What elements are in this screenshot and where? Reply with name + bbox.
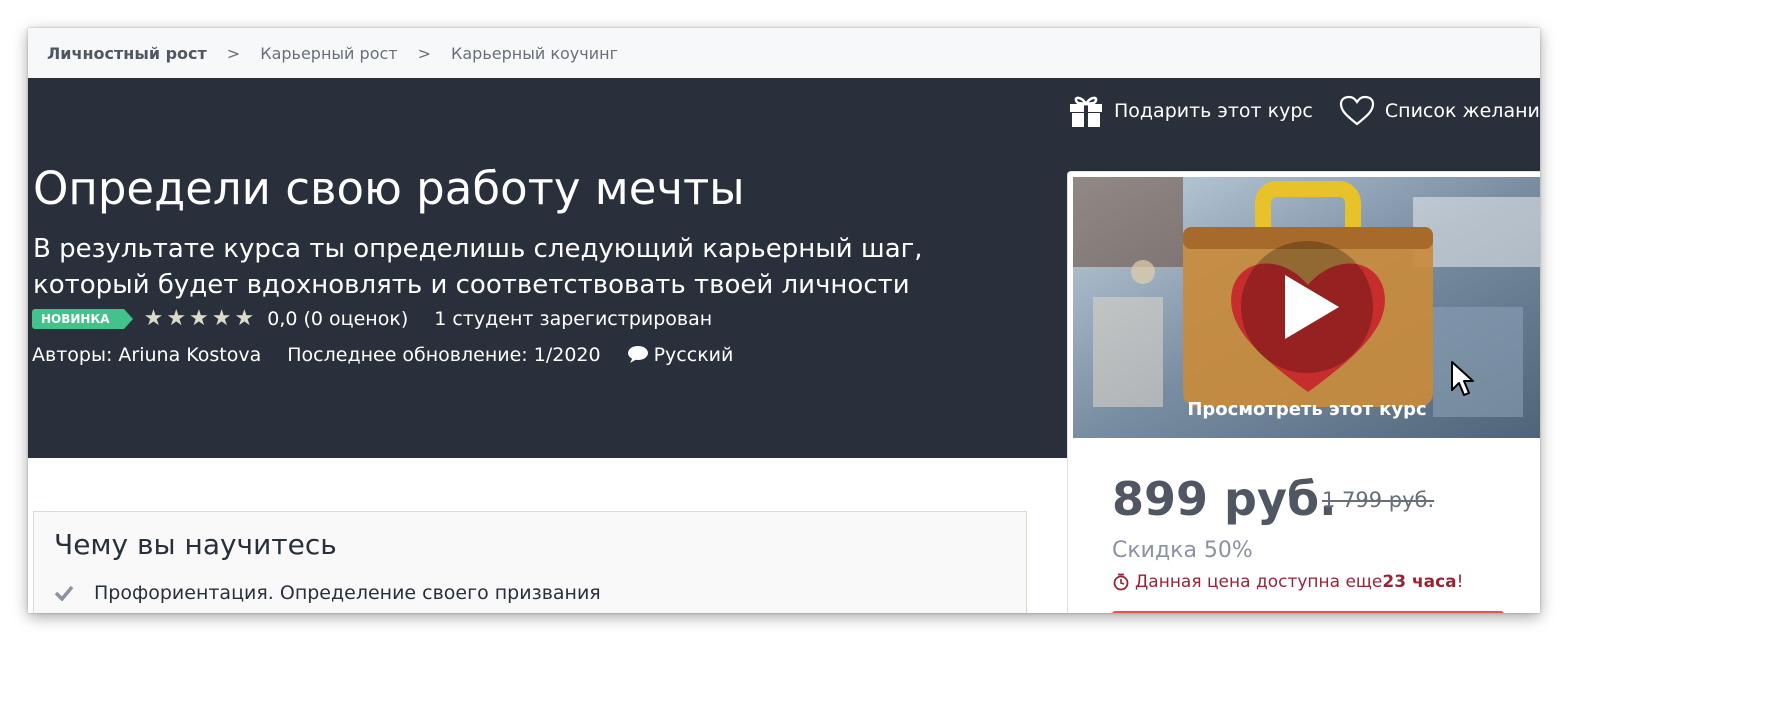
- timer-suffix: !: [1456, 572, 1464, 592]
- timer-prefix: Данная цена доступна еще: [1135, 572, 1383, 592]
- add-to-cart-button[interactable]: [1112, 611, 1504, 613]
- star-icon: ★: [189, 306, 209, 331]
- gift-course-label: Подарить этот курс: [1114, 100, 1313, 122]
- preview-label: Просмотреть этот курс: [1187, 399, 1427, 420]
- breadcrumb-item-personal-growth[interactable]: Личностный рост: [47, 44, 207, 63]
- heart-icon: [1339, 95, 1374, 126]
- old-price: 1 799 руб.: [1322, 488, 1435, 512]
- students-count: 1 студент зарегистрирован: [434, 308, 713, 330]
- alarm-clock-icon: [1113, 573, 1129, 591]
- price-timer: Данная цена доступна еще 23 часа!: [1112, 572, 1464, 592]
- rating-stars: ★ ★ ★ ★ ★: [143, 306, 258, 331]
- wishlist-button[interactable]: Список желаний: [1339, 95, 1540, 127]
- course-stats: НОВИНКА ★ ★ ★ ★ ★ 0,0 (0 оценок) 1 студе…: [32, 308, 712, 330]
- gift-course-button[interactable]: Подарить этот курс: [1068, 94, 1313, 128]
- course-preview-video[interactable]: Просмотреть этот курс: [1073, 177, 1540, 438]
- course-subtitle: В результате курса ты определишь следующ…: [33, 234, 923, 300]
- current-price: 899 руб.: [1112, 472, 1337, 526]
- breadcrumb-separator: >: [226, 43, 241, 63]
- learn-item-text: Профориентация. Определение своего призв…: [94, 582, 601, 604]
- rating-text[interactable]: 0,0 (0 оценок): [267, 308, 408, 330]
- course-title: Определи свою работу мечты: [33, 162, 745, 215]
- course-meta: Авторы: Ariuna Kostova Последнее обновле…: [32, 344, 733, 366]
- mouse-cursor-icon: [1451, 361, 1474, 396]
- breadcrumb-item-career-growth[interactable]: Карьерный рост: [260, 44, 397, 63]
- course-language: Русский: [627, 344, 734, 366]
- speech-bubble-icon: [627, 346, 648, 363]
- breadcrumb-separator: >: [417, 43, 431, 63]
- course-language-label: Русский: [653, 344, 734, 366]
- course-actions: Подарить этот курс Список желаний: [1068, 78, 1540, 144]
- discount-label: Скидка 50%: [1112, 538, 1253, 563]
- last-updated: Последнее обновление: 1/2020: [287, 344, 601, 366]
- browser-window: Личностный рост > Карьерный рост > Карье…: [28, 28, 1540, 613]
- breadcrumb-item-career-coaching[interactable]: Карьерный коучинг: [451, 44, 618, 63]
- course-authors[interactable]: Авторы: Ariuna Kostova: [32, 344, 261, 366]
- learn-list-item: Профориентация. Определение своего призв…: [54, 582, 601, 604]
- wishlist-label: Список желаний: [1384, 100, 1540, 122]
- gift-icon: [1070, 96, 1102, 127]
- star-icon: ★: [166, 306, 187, 331]
- star-icon: ★: [143, 306, 164, 331]
- timer-hours: 23 часа: [1382, 572, 1457, 592]
- what-you-learn-box: Чему вы научитесь Профориентация. Опреде…: [33, 511, 1027, 613]
- breadcrumb: Личностный рост > Карьерный рост > Карье…: [28, 28, 1540, 78]
- new-badge: НОВИНКА: [32, 309, 133, 329]
- what-you-learn-title: Чему вы научитесь: [54, 528, 337, 561]
- checkmark-icon: [54, 585, 74, 601]
- star-icon: ★: [211, 306, 232, 331]
- star-icon: ★: [234, 306, 255, 331]
